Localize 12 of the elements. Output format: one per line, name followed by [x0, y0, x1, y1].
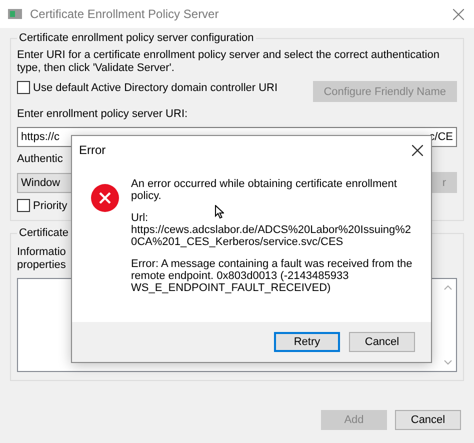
group-label: Certificate enrollment policy server configuration	[17, 32, 256, 44]
authentication-label: Authentic	[17, 153, 64, 166]
error-message: An error occurred while obtaining certificate enrollment policy.	[131, 178, 398, 202]
url-label: Url:	[131, 212, 150, 224]
window-title: Certificate Enrollment Policy Server	[30, 7, 220, 21]
information-text: Informatio	[17, 246, 66, 259]
uri-label: Enter enrollment policy server URI:	[17, 108, 189, 121]
url-text: https://cews.adcslabor.de/ADCS%20Labor%20Issuing%20CA%201_CES_Kerberos/service.svc/CES	[131, 224, 412, 248]
information-text: properties	[17, 259, 66, 272]
group-label: Certificate	[17, 227, 71, 239]
error-details: Error: A message containing a fault was received from the remote endpoint. 0x803d0013 (-2143485933 WS_E_ENDPOINT_FAULT_RECEIVED)	[131, 258, 414, 294]
instructions-text: Enter URI for a certificate enrollment policy server and select the correct authentication type, then click 'Validate Server'.	[17, 49, 440, 75]
